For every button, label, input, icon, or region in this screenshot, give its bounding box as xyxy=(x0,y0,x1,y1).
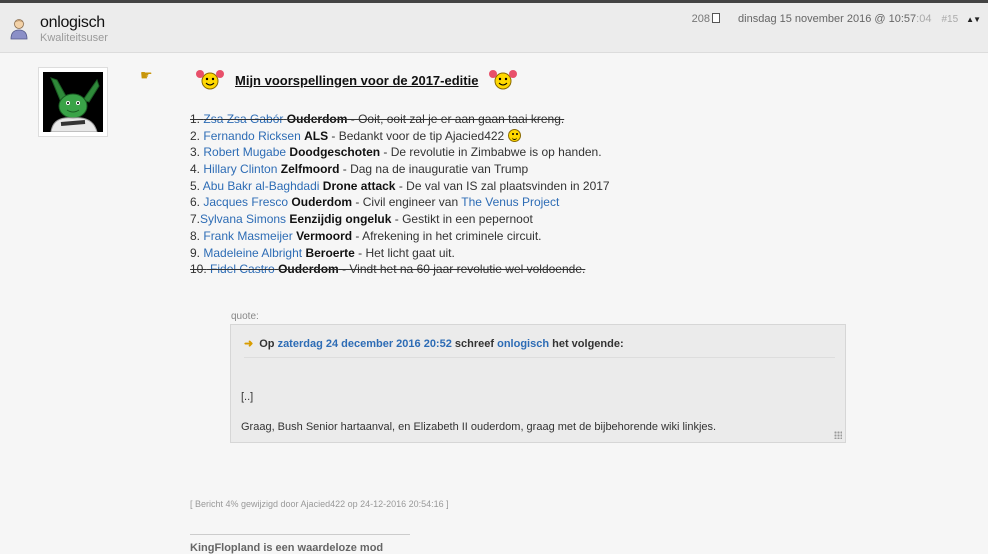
post-date[interactable]: dinsdag 15 november 2016 @ 10:57 xyxy=(738,13,916,25)
item-number: 4. xyxy=(190,162,201,177)
venus-project-link[interactable]: The Venus Project xyxy=(461,195,559,209)
list-item: 1. Zsa Zsa Gabór Ouderdom - Ooit, ooit z… xyxy=(190,111,610,128)
cause-of-death: Zelfmoord xyxy=(280,162,340,177)
up-down-arrows-icon[interactable]: ▲▼ xyxy=(966,15,981,24)
cause-of-death: Doodgeschoten xyxy=(289,145,381,160)
cause-of-death: Eenzijdig ongeluk xyxy=(289,212,392,227)
quote-suffix: het volgende: xyxy=(552,338,624,350)
quote-text: Graag, Bush Senior hartaanval, en Elizab… xyxy=(241,421,717,433)
item-number: 9. xyxy=(190,245,201,260)
item-number: 10. xyxy=(190,262,207,277)
quote-box: ➜ Op zaterdag 24 december 2016 20:52 schr… xyxy=(230,324,846,443)
item-number: 5. xyxy=(190,178,201,193)
person-link[interactable]: Madeleine Albright xyxy=(203,246,302,260)
prediction-list: 1. Zsa Zsa Gabór Ouderdom - Ooit, ooit z… xyxy=(190,111,610,278)
list-item: 8. Frank Masmeijer Vermoord - Afrekening… xyxy=(190,228,610,245)
cheerleader-smiley-icon xyxy=(196,70,224,90)
resize-handle-icon[interactable] xyxy=(834,431,842,439)
cause-of-death: Ouderdom xyxy=(286,112,348,126)
item-number: 3. xyxy=(190,145,201,160)
list-item: 2. Fernando Ricksen ALS - Bedankt voor d… xyxy=(190,128,610,145)
signature: KingFlopland is een waardeloze mod xyxy=(190,542,384,554)
cause-of-death: Vermoord xyxy=(296,228,353,243)
smiley-icon xyxy=(507,128,521,142)
user-title: Kwaliteitsuser xyxy=(40,32,108,44)
person-link[interactable]: Jacques Fresco xyxy=(203,195,288,209)
person-link[interactable]: Frank Masmeijer xyxy=(203,229,292,243)
quote-date-link[interactable]: zaterdag 24 december 2016 20:52 xyxy=(278,338,452,350)
person-link[interactable]: Zsa Zsa Gabór xyxy=(203,112,283,126)
person-link[interactable]: Abu Bakr al-Baghdadi xyxy=(203,179,320,193)
arrow-right-icon[interactable]: ➜ xyxy=(244,338,253,350)
quote-label: quote: xyxy=(231,311,259,322)
item-text: - Gestikt in een pepernoot xyxy=(391,212,533,227)
list-item: 7.Sylvana Simons Eenzijdig ongeluk - Ges… xyxy=(190,211,610,228)
cause-of-death: Ouderdom xyxy=(291,195,353,210)
list-item: 4. Hillary Clinton Zelfmoord - Dag na de… xyxy=(190,161,610,178)
post-seconds: :04 xyxy=(916,13,932,25)
green-rabbit-avatar-image xyxy=(43,72,103,132)
item-number: 2. xyxy=(190,128,201,143)
list-item: 5. Abu Bakr al-Baghdadi Drone attack - D… xyxy=(190,178,610,195)
document-icon xyxy=(712,13,721,23)
list-item: 10. Fidel Castro Ouderdom - Vindt het na… xyxy=(190,261,610,278)
list-item: 9. Madeleine Albright Beroerte - Het lic… xyxy=(190,245,610,262)
edit-note: [ Bericht 4% gewijzigd door Ajacied422 o… xyxy=(190,499,449,509)
cause-of-death: Ouderdom xyxy=(278,262,339,277)
quote-header: ➜ Op zaterdag 24 december 2016 20:52 schr… xyxy=(244,337,624,350)
user-avatar[interactable] xyxy=(38,67,108,137)
list-item: 3. Robert Mugabe Doodgeschoten - De revo… xyxy=(190,144,610,161)
post-header: onlogisch Kwaliteitsuser 208 dinsdag 15 n… xyxy=(0,3,988,53)
person-link[interactable]: Sylvana Simons xyxy=(200,212,286,226)
item-number: 7. xyxy=(190,212,201,227)
username-link[interactable]: onlogisch xyxy=(40,14,105,32)
list-item: 6. Jacques Fresco Ouderdom - Civil engin… xyxy=(190,194,610,211)
user-icon[interactable] xyxy=(10,18,28,40)
signature-divider xyxy=(190,534,410,535)
item-text: - Bedankt voor de tip Ajacied422 xyxy=(328,128,508,143)
pointing-hand-icon: ☛ xyxy=(140,67,153,83)
item-text: - Civil engineer van xyxy=(352,195,462,210)
post-title: Mijn voorspellingen voor de 2017-editie xyxy=(235,72,479,88)
cause-of-death: Beroerte xyxy=(305,245,355,260)
item-text: - Afrekening in het criminele circuit. xyxy=(352,228,542,243)
person-link[interactable]: Hillary Clinton xyxy=(203,162,277,176)
item-text: - De val van IS zal plaatsvinden in 2017 xyxy=(395,178,610,193)
item-number: 8. xyxy=(190,228,201,243)
quote-divider xyxy=(244,357,835,358)
item-text: - Dag na de inauguratie van Trump xyxy=(339,162,529,177)
quote-prefix: Op xyxy=(259,338,275,350)
cause-of-death: Drone attack xyxy=(322,178,396,193)
person-link[interactable]: Fidel Castro xyxy=(210,262,275,276)
quote-author-link[interactable]: onlogisch xyxy=(497,338,549,350)
item-text: - Het licht gaat uit. xyxy=(354,245,455,260)
cause-of-death: ALS xyxy=(304,128,329,143)
item-number: 1. xyxy=(190,112,201,126)
item-text: - De revolutie in Zimbabwe is op handen. xyxy=(380,145,602,160)
person-link[interactable]: Fernando Ricksen xyxy=(203,129,300,143)
item-text: - Vindt het na 60 jaar revolutie wel vol… xyxy=(338,262,586,277)
post-number-link[interactable]: #15 xyxy=(941,14,958,25)
person-link[interactable]: Robert Mugabe xyxy=(203,145,286,159)
quote-ellipsis: [..] xyxy=(241,391,254,403)
item-number: 6. xyxy=(190,195,201,210)
post-meta: 208 dinsdag 15 november 2016 @ 10:57:04 #1… xyxy=(692,13,981,25)
cheerleader-smiley-icon xyxy=(489,70,518,90)
quote-middle-text: schreef xyxy=(454,338,495,350)
post-count[interactable]: 208 xyxy=(692,13,710,25)
post-heading: Mijn voorspellingen voor de 2017-editie xyxy=(195,69,518,93)
item-text: - Ooit, ooit zal je er aan gaan taai kre… xyxy=(347,112,565,126)
